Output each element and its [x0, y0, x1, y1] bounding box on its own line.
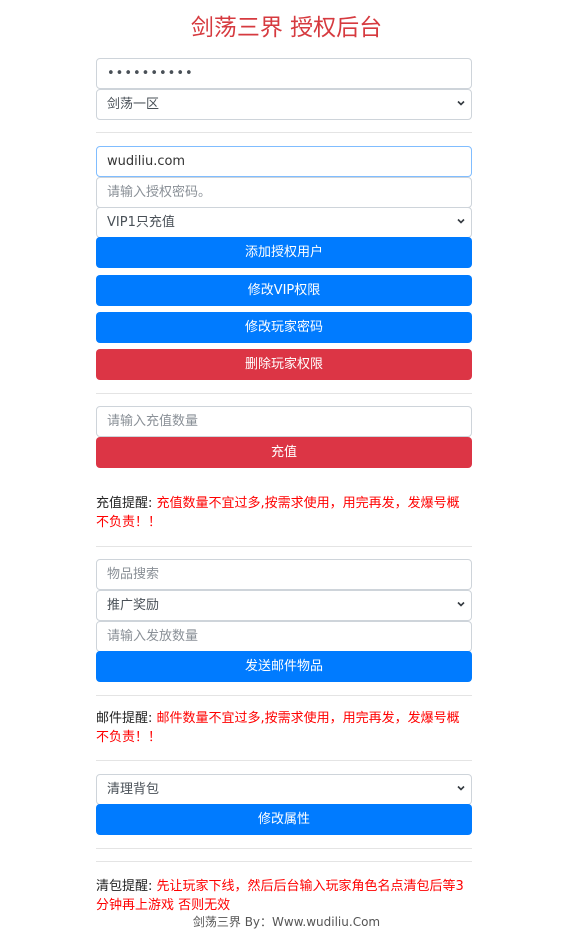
page-title: 剑荡三界 授权后台 [190, 15, 383, 41]
recharge-note: 充值提醒: 充值数量不宜过多,按需求使用，用完再发，发爆号概不负责！！ [96, 494, 472, 532]
note-text: 先让玩家下线，然后后台输入玩家角色名点清包后等3分钟再上游戏 否则无效 [96, 879, 464, 913]
server-select[interactable]: 剑荡一区 [96, 89, 472, 120]
note-label: 充值提醒: [96, 496, 153, 511]
chevron-down-icon [457, 218, 465, 224]
item-select-value: 推广奖励 [107, 598, 160, 613]
divider [96, 132, 472, 133]
account-input[interactable]: wudiliu.com [96, 146, 472, 177]
note-label: 清包提醒: [96, 879, 153, 894]
modify-password-button[interactable]: 修改玩家密码 [96, 312, 472, 343]
divider [96, 861, 472, 862]
send-quantity-input[interactable]: 请输入发放数量 [96, 621, 472, 652]
item-select[interactable]: 推广奖励 [96, 590, 472, 621]
footer: 剑荡三界 By：Www.wudiliu.Com [192, 915, 381, 929]
note-label: 邮件提醒: [96, 711, 153, 726]
recharge-amount-input[interactable]: 请输入充值数量 [96, 406, 472, 437]
chevron-down-icon [457, 100, 465, 106]
modify-attribute-button[interactable]: 修改属性 [96, 804, 472, 835]
item-search-input[interactable]: 物品搜索 [96, 559, 472, 590]
divider [96, 393, 472, 394]
add-user-button[interactable]: 添加授权用户 [96, 237, 472, 268]
clear-note: 清包提醒: 先让玩家下线，然后后台输入玩家角色名点清包后等3分钟再上游戏 否则无… [96, 877, 472, 915]
password-input[interactable]: •••••••••• [96, 58, 472, 89]
divider [96, 760, 472, 761]
vip-select-value: VIP1只充值 [107, 215, 175, 230]
divider [96, 848, 472, 849]
mail-note: 邮件提醒: 邮件数量不宜过多,按需求使用，用完再发，发爆号概不负责！！ [96, 709, 472, 747]
divider [96, 695, 472, 696]
recharge-button[interactable]: 充值 [96, 437, 472, 468]
server-select-value: 剑荡一区 [107, 97, 160, 112]
action-select[interactable]: 清理背包 [96, 774, 472, 805]
chevron-down-icon [457, 785, 465, 791]
vip-select[interactable]: VIP1只充值 [96, 207, 472, 238]
divider [96, 546, 472, 547]
auth-password-input[interactable]: 请输入授权密码。 [96, 177, 472, 208]
send-mail-button[interactable]: 发送邮件物品 [96, 651, 472, 682]
action-select-value: 清理背包 [107, 782, 160, 797]
chevron-down-icon [457, 601, 465, 607]
delete-permission-button[interactable]: 删除玩家权限 [96, 349, 472, 380]
modify-vip-button[interactable]: 修改VIP权限 [96, 275, 472, 306]
